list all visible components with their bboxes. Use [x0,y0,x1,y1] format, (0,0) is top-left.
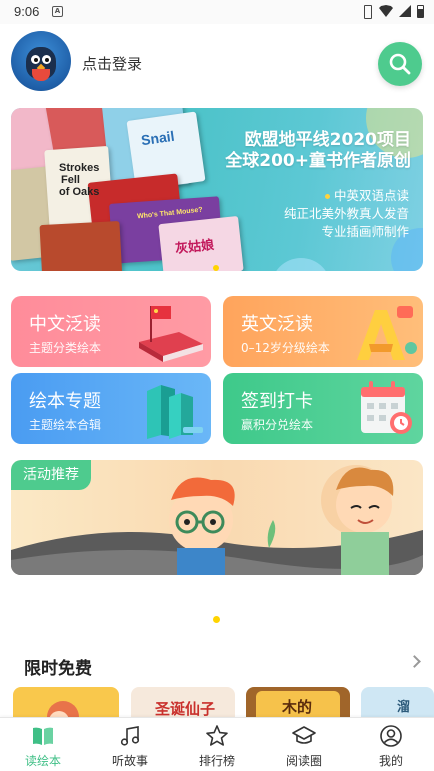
nav-read-picture-books[interactable]: 读绘本 [0,718,86,771]
graduation-cap-icon [292,726,316,744]
banner-page-indicator [213,265,219,271]
letter-a-icon [357,306,417,360]
nav-me[interactable]: 我的 [348,718,434,771]
battery-icon [417,4,424,18]
activity-tag: 活动推荐 [11,460,91,490]
music-note-icon [120,726,140,746]
avatar[interactable] [11,31,71,91]
vibrate-icon [361,4,373,19]
search-button[interactable] [378,42,422,86]
nav-listen-stories[interactable]: 听故事 [87,718,173,771]
user-icon [380,725,402,747]
login-link[interactable]: 点击登录 [82,53,142,74]
bottom-navigation: 读绘本 听故事 排行榜 阅读圈 我的 [0,717,434,771]
banner-features: 中英双语点读 纯正北美外教真人发音 专业插画师制作 [283,188,409,239]
free-section-title: 限时免费 [24,659,92,679]
nav-reading-circle[interactable]: 阅读圈 [261,718,347,771]
nav-rankings[interactable]: 排行榜 [174,718,260,771]
book-title-strokes: Strokes [59,162,100,174]
book-icon [33,727,53,745]
star-icon [206,725,228,746]
activity-banner[interactable]: 活动推荐 [11,460,423,575]
banner-headline: 欧盟地平线2020项目 全球200+童书作者原创 [225,130,411,171]
book-title-cinderella: 灰姑娘 [174,236,215,256]
book-title-fell: Fell [61,174,80,186]
category-picture-book-topics[interactable]: 绘本专题 主题绘本合辑 [11,373,211,444]
wifi-icon [379,5,393,17]
status-icons [361,4,424,19]
carousel-page-indicator [213,616,220,623]
search-icon [389,53,411,75]
calendar-icon [361,381,412,434]
bullet-icon [324,194,330,199]
status-time: 9:06 [14,4,40,19]
chevron-right-icon[interactable] [408,655,421,668]
book-title-oaks: of Oaks [59,186,100,198]
promo-banner[interactable]: Strokes Fell of Oaks Who's That Mouse? 灰… [11,108,423,271]
books-stack-icon [147,385,203,439]
category-chinese-reading[interactable]: 中文泛读 主题分类绘本 [11,296,211,367]
a-icon: A [52,6,63,17]
status-bar: 9:06 A [0,0,434,24]
category-english-reading[interactable]: 英文泛读 0–12岁分级绘本 [223,296,423,367]
red-book-flag-icon [139,306,203,362]
cell-signal-icon [399,5,411,17]
category-check-in[interactable]: 签到打卡 赢积分兑绘本 [223,373,423,444]
